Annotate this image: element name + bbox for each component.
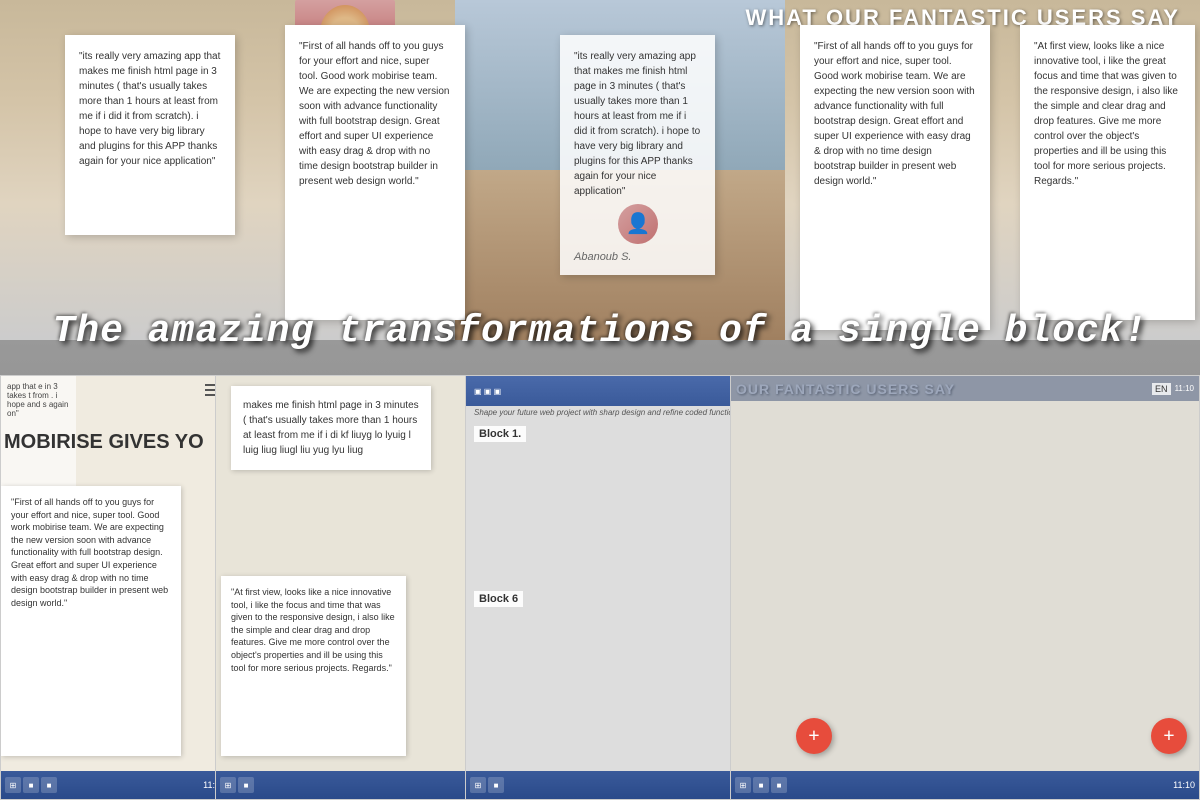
lang-indicator-4[interactable]: EN xyxy=(1152,383,1171,395)
plus-button-1[interactable]: + xyxy=(796,718,832,754)
block6-label: Block 6 xyxy=(474,591,523,607)
start-btn-4[interactable]: ⊞ xyxy=(735,777,751,793)
app-topbar-4: EN 11:10 xyxy=(731,376,1199,401)
avatar-3 xyxy=(618,204,658,244)
inner-card-2-screenshot-2: "At first view, looks like a nice innova… xyxy=(221,576,406,756)
taskbar-1: ⊞ ■ ■ 11:05 xyxy=(1,771,229,799)
testimonial-text-4: "First of all hands off to you guys for … xyxy=(814,39,976,189)
testimonial-card-3: "its really very amazing app that makes … xyxy=(560,35,715,275)
big-text-banner: The amazing transformations of a single … xyxy=(0,310,1200,353)
background-collage: WHAT OUR FANTASTIC USERS SAY "its really… xyxy=(0,0,1200,800)
time-4: 11:10 xyxy=(1175,384,1194,393)
app-topbar-text: ▣ ▣ ▣ xyxy=(474,387,501,396)
taskbar-btn-3[interactable]: ■ xyxy=(488,777,504,793)
start-btn-2[interactable]: ⊞ xyxy=(220,777,236,793)
plus-button-2[interactable]: + xyxy=(1151,718,1187,754)
testimonial-text-2: "First of all hands off to you guys for … xyxy=(299,39,451,189)
mobirise-label: MOBIRISE GIVES YO xyxy=(4,431,204,454)
testimonial-card-1: "its really very amazing app that makes … xyxy=(65,35,235,235)
partial-text: app that e in 3 takes t from . i hope an… xyxy=(7,382,68,418)
testimonial-card-4: "First of all hands off to you guys for … xyxy=(800,25,990,330)
testimonial-text-5: "At first view, looks like a nice innova… xyxy=(1034,39,1181,189)
taskbar-time-4: 11:10 xyxy=(1173,780,1195,790)
testimonial-text-1: "its really very amazing app that makes … xyxy=(79,49,221,169)
big-text-heading: The amazing transformations of a single … xyxy=(0,310,1200,353)
inner-card-screenshot-2: makes me finish html page in 3 minutes (… xyxy=(231,386,431,470)
taskbar-btn-4b[interactable]: ■ xyxy=(771,777,787,793)
inner-card-screenshot-1: "First of all hands off to you guys for … xyxy=(1,486,181,756)
taskbar-4: ⊞ ■ ■ 11:10 xyxy=(731,771,1199,799)
testimonial-card-2: "First of all hands off to you guys for … xyxy=(285,25,465,320)
testimonial-card-5: "At first view, looks like a nice innova… xyxy=(1020,25,1195,320)
taskbar-app-2[interactable]: ■ xyxy=(41,777,57,793)
testimonial-text-3: "its really very amazing app that makes … xyxy=(574,49,701,199)
start-button[interactable]: ⊞ xyxy=(5,777,21,793)
author-3: Abanoub S. xyxy=(574,249,701,266)
taskbar-btn-2[interactable]: ■ xyxy=(238,777,254,793)
block1-label: Block 1. xyxy=(474,426,526,442)
taskbar-btn-4a[interactable]: ■ xyxy=(753,777,769,793)
app-screenshot-1: app that e in 3 takes t from . i hope an… xyxy=(0,375,230,800)
taskbar-app[interactable]: ■ xyxy=(23,777,39,793)
start-btn-3[interactable]: ⊞ xyxy=(470,777,486,793)
